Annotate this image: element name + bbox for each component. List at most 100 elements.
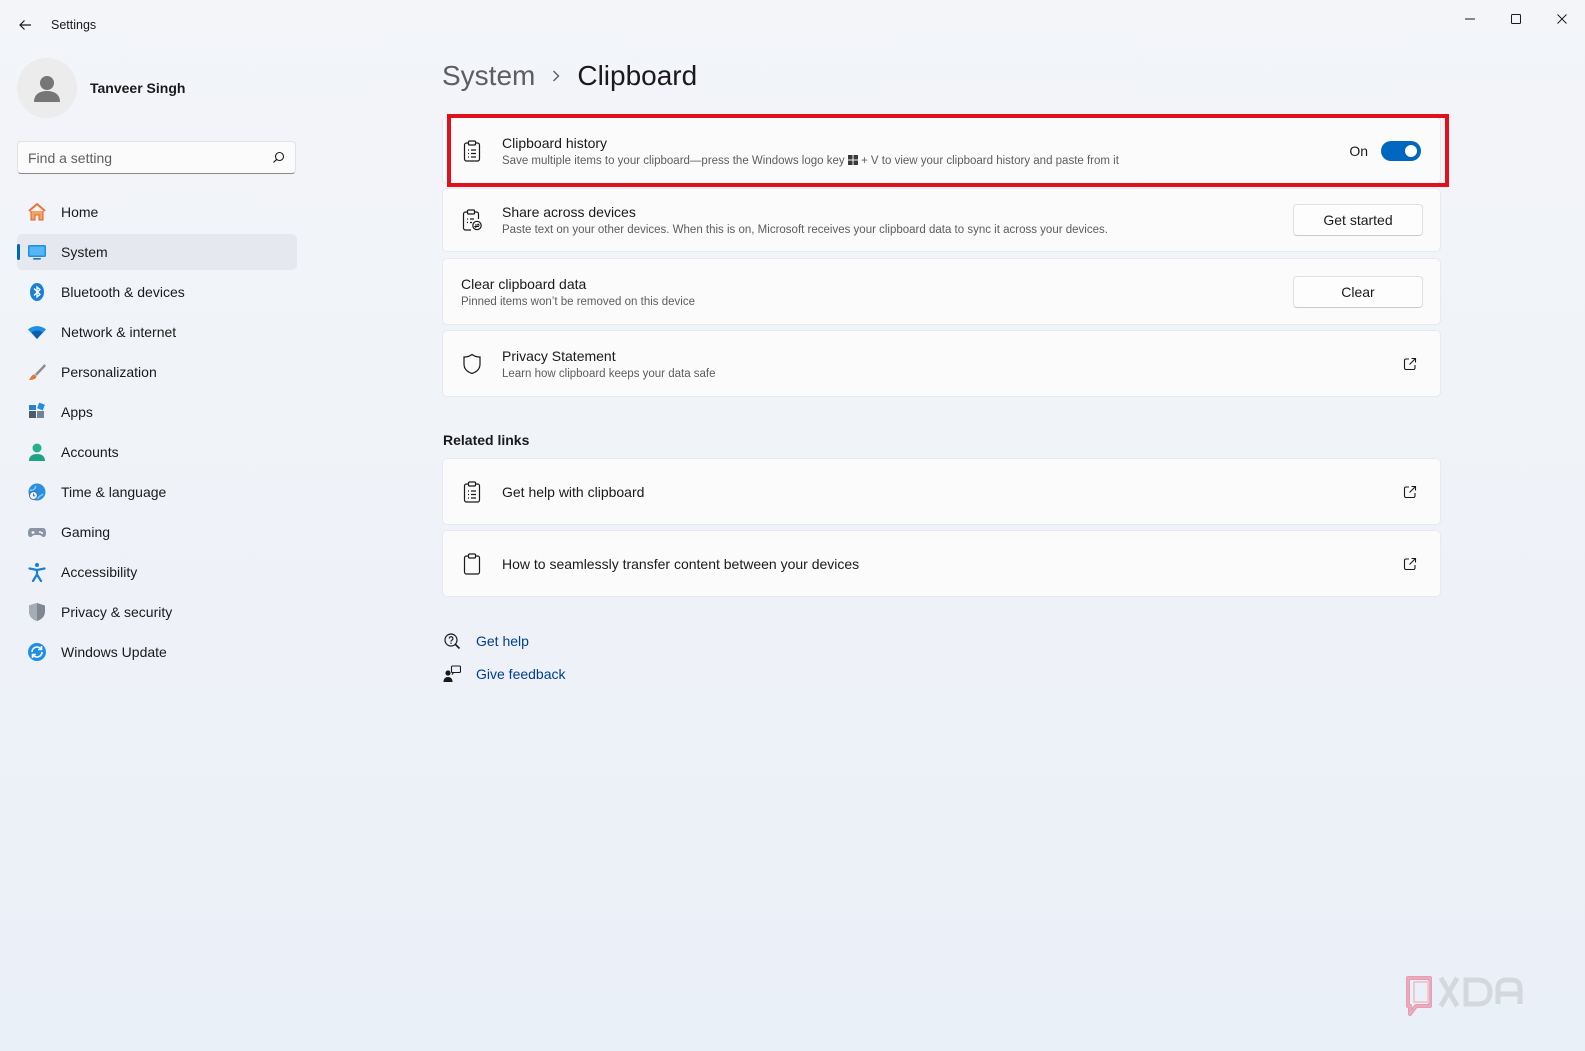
get-started-button[interactable]: Get started: [1293, 204, 1423, 236]
person-icon: [34, 76, 60, 102]
clear-clipboard-card: Clear clipboard data Pinned items won’t …: [442, 258, 1441, 325]
sidebar-item-accessibility[interactable]: Accessibility: [17, 554, 297, 590]
privacy-statement-text: Privacy Statement Learn how clipboard ke…: [502, 348, 716, 380]
sidebar-nav: Home System Bluetooth & devices Network …: [17, 194, 297, 674]
accessibility-icon: [27, 562, 47, 582]
sidebar-item-apps[interactable]: Apps: [17, 394, 297, 430]
clipboard-history-card: Clipboard history Save multiple items to…: [442, 117, 1441, 184]
globe-clock-icon: [27, 482, 47, 502]
related-link-transfer-content[interactable]: How to seamlessly transfer content betwe…: [442, 530, 1441, 597]
share-across-devices-text: Share across devices Paste text on your …: [502, 204, 1108, 236]
description-part: Save multiple items to your clipboard—pr…: [502, 154, 845, 167]
system-icon: [27, 242, 47, 262]
get-help-label: Get help: [476, 633, 529, 649]
brush-icon: [27, 362, 47, 382]
setting-description: Learn how clipboard keeps your data safe: [502, 367, 716, 380]
sidebar-item-label: System: [61, 244, 108, 260]
search-icon[interactable]: [272, 151, 285, 164]
related-link-help-clipboard[interactable]: Get help with clipboard: [442, 458, 1441, 525]
give-feedback-link[interactable]: Give feedback: [442, 664, 566, 684]
sidebar-item-label: Gaming: [61, 524, 111, 540]
maximize-icon: [1511, 14, 1521, 24]
breadcrumb-parent[interactable]: System: [442, 60, 535, 92]
settings-window: Settings Tanveer Singh Home: [0, 0, 1585, 1051]
setting-title: Clear clipboard data: [461, 275, 587, 292]
sidebar-item-bluetooth[interactable]: Bluetooth & devices: [17, 274, 297, 310]
sidebar-item-label: Privacy & security: [61, 604, 173, 620]
sidebar-item-label: Accounts: [61, 444, 119, 460]
sidebar-item-label: Accessibility: [61, 564, 138, 580]
accounts-icon: [27, 442, 47, 462]
user-profile[interactable]: Tanveer Singh: [17, 58, 185, 118]
clipboard-sync-icon: [461, 209, 483, 231]
sidebar-item-label: Home: [61, 204, 99, 220]
sidebar-item-accounts[interactable]: Accounts: [17, 434, 297, 470]
shield-outline-icon: [461, 353, 483, 375]
sidebar-item-home[interactable]: Home: [17, 194, 297, 230]
update-icon: [27, 642, 47, 662]
windows-logo-icon: [847, 154, 858, 165]
related-link-label: How to seamlessly transfer content betwe…: [502, 555, 860, 572]
clipboard-history-toggle-group: On: [1349, 140, 1421, 161]
title-bar: Settings: [0, 0, 1585, 48]
setting-title: Share across devices: [502, 204, 636, 220]
close-button[interactable]: [1539, 4, 1585, 34]
sidebar-item-label: Apps: [61, 404, 93, 420]
back-arrow-icon: [19, 20, 31, 30]
sidebar-item-personalization[interactable]: Personalization: [17, 354, 297, 390]
sidebar-item-network[interactable]: Network & internet: [17, 314, 297, 350]
setting-title: Privacy Statement: [502, 347, 616, 364]
xda-watermark-logo: [1406, 976, 1523, 1016]
toggle-knob: [1405, 144, 1417, 157]
shield-icon: [27, 602, 47, 622]
bluetooth-icon: [27, 282, 47, 302]
close-icon: [1557, 14, 1567, 24]
breadcrumb: System Clipboard: [442, 58, 697, 94]
get-help-link[interactable]: Get help: [442, 631, 529, 651]
related-link-label: Get help with clipboard: [502, 483, 645, 500]
open-external-icon[interactable]: [1402, 484, 1418, 500]
home-icon: [27, 202, 47, 222]
setting-description: Paste text on your other devices. When t…: [502, 224, 1108, 236]
search-input[interactable]: [28, 149, 272, 166]
toggle-state-label: On: [1349, 142, 1368, 159]
clipboard-history-toggle[interactable]: [1381, 140, 1421, 161]
sidebar-item-gaming[interactable]: Gaming: [17, 514, 297, 550]
app-title: Settings: [51, 18, 97, 32]
sidebar-item-label: Windows Update: [61, 644, 167, 660]
sidebar-item-windows-update[interactable]: Windows Update: [17, 634, 297, 670]
sidebar-item-label: Bluetooth & devices: [61, 284, 185, 300]
setting-description: Pinned items won’t be removed on this de…: [461, 295, 695, 308]
description-part: + V to view your clipboard history and p…: [861, 154, 1119, 167]
clipboard-list-icon: [461, 480, 483, 503]
setting-description: Save multiple items to your clipboard—pr…: [502, 154, 1119, 167]
related-link-text: Get help with clipboard: [502, 484, 644, 500]
sidebar-item-privacy-security[interactable]: Privacy & security: [17, 594, 297, 630]
sidebar-item-time-language[interactable]: Time & language: [17, 474, 297, 510]
back-button[interactable]: [12, 12, 38, 38]
clipboard-icon: [461, 552, 483, 575]
related-link-text: How to seamlessly transfer content betwe…: [502, 556, 859, 572]
clipboard-list-icon: [461, 139, 483, 162]
clipboard-history-text: Clipboard history Save multiple items to…: [502, 135, 1119, 167]
open-external-icon[interactable]: [1402, 356, 1418, 372]
wifi-icon: [27, 322, 47, 342]
clear-clipboard-text: Clear clipboard data Pinned items won’t …: [461, 276, 695, 308]
page-title: Clipboard: [577, 60, 698, 91]
search-box[interactable]: [17, 141, 296, 174]
share-across-devices-card: Share across devices Paste text on your …: [442, 188, 1441, 252]
gamepad-icon: [27, 522, 47, 542]
user-name: Tanveer Singh: [90, 80, 186, 96]
privacy-statement-card[interactable]: Privacy Statement Learn how clipboard ke…: [442, 330, 1441, 397]
sidebar-item-system[interactable]: System: [17, 234, 297, 270]
maximize-button[interactable]: [1493, 4, 1539, 34]
avatar: [17, 58, 77, 118]
minimize-icon: [1465, 18, 1475, 20]
sidebar-item-label: Network & internet: [61, 324, 177, 340]
setting-title: Clipboard history: [502, 134, 608, 151]
sidebar-item-label: Time & language: [61, 484, 167, 500]
minimize-button[interactable]: [1447, 4, 1493, 34]
give-feedback-label: Give feedback: [476, 666, 566, 682]
clear-button[interactable]: Clear: [1293, 275, 1423, 308]
open-external-icon[interactable]: [1402, 556, 1418, 572]
